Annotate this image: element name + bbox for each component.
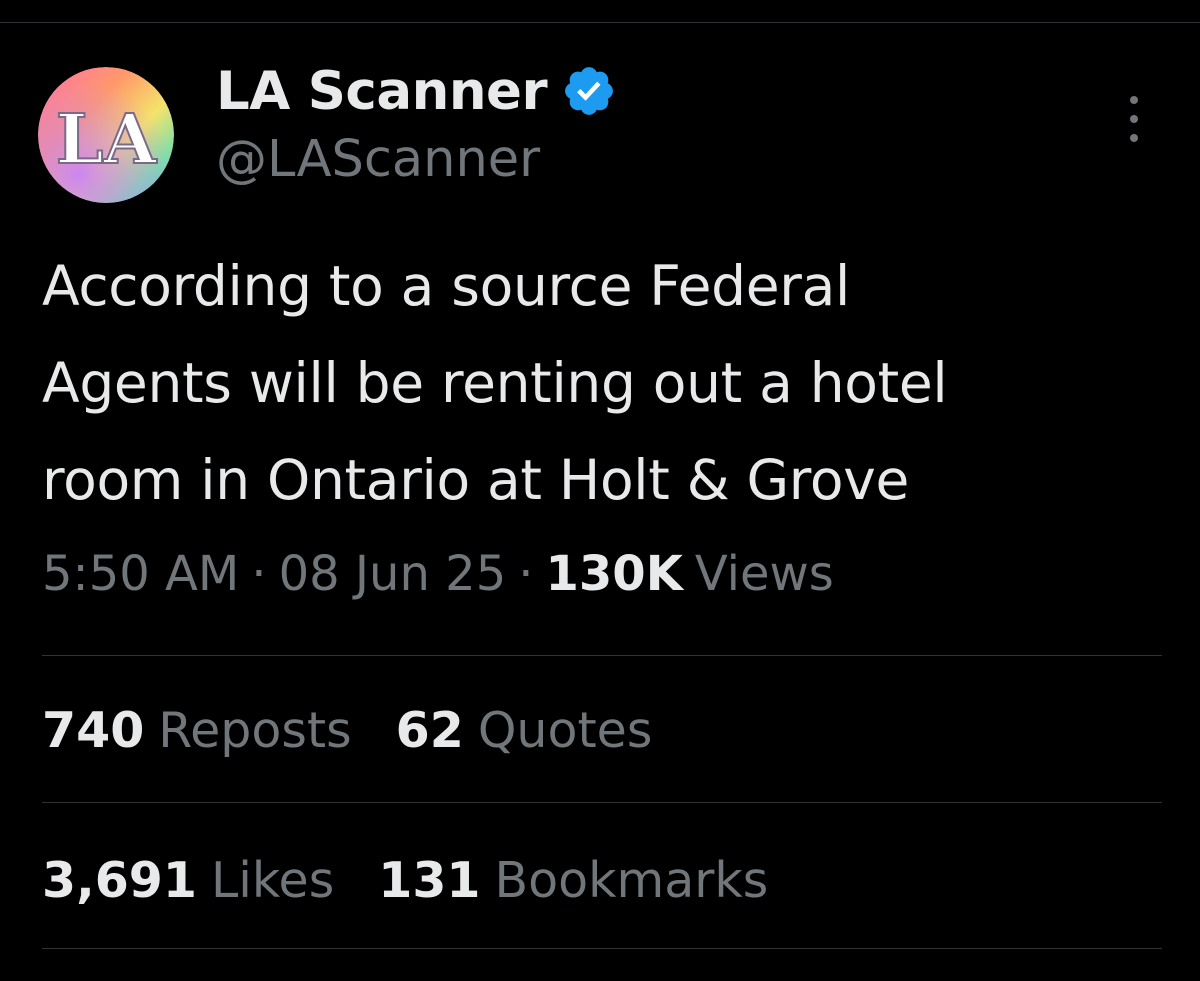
likes-count: 3,691 [42, 852, 197, 909]
tweet-text-line: Agents will be renting out a hotel [42, 351, 948, 415]
author-name-row[interactable]: LA Scanner [216, 56, 617, 126]
tweet-text-line: room in Ontario at Holt & Grove [42, 448, 910, 512]
bookmarks-stat[interactable]: 131 Bookmarks [378, 852, 768, 909]
top-divider [0, 22, 1200, 23]
verified-badge-icon [561, 63, 617, 119]
stats-row-likes: 3,691 Likes 131 Bookmarks [42, 852, 812, 909]
tweet-text-line: According to a source Federal [42, 254, 851, 318]
reposts-count: 740 [42, 702, 145, 759]
bookmarks-count: 131 [378, 852, 481, 909]
reposts-label: Reposts [158, 702, 352, 759]
author-handle[interactable]: @LAScanner [216, 130, 540, 189]
bookmarks-label: Bookmarks [494, 852, 769, 909]
tweet-text: According to a source Federal Agents wil… [42, 238, 1162, 529]
reposts-stat[interactable]: 740 Reposts [42, 702, 352, 759]
tweet-date[interactable]: 08 Jun 25 [279, 546, 507, 602]
stats-row-engagement: 740 Reposts 62 Quotes [42, 702, 696, 759]
more-vertical-icon[interactable] [1116, 96, 1152, 142]
more-dot [1130, 96, 1138, 104]
tweet-meta: 5:50 AM · 08 Jun 25 · 130K Views [42, 546, 834, 602]
more-dot [1130, 115, 1138, 123]
meta-separator: · [518, 546, 534, 602]
divider [42, 655, 1162, 656]
more-dot [1130, 134, 1138, 142]
views-label[interactable]: Views [695, 546, 834, 602]
display-name[interactable]: LA Scanner [216, 61, 548, 122]
divider [42, 948, 1162, 949]
quotes-stat[interactable]: 62 Quotes [396, 702, 653, 759]
avatar-image: LA [38, 67, 174, 203]
avatar-monogram: LA [56, 100, 158, 180]
quotes-count: 62 [395, 702, 464, 759]
likes-label: Likes [211, 852, 335, 909]
likes-stat[interactable]: 3,691 Likes [42, 852, 334, 909]
quotes-label: Quotes [477, 702, 653, 759]
tweet-time[interactable]: 5:50 AM [42, 546, 239, 602]
divider [42, 802, 1162, 803]
views-count[interactable]: 130K [546, 546, 683, 602]
avatar[interactable]: LA [38, 67, 174, 203]
meta-separator: · [251, 546, 267, 602]
